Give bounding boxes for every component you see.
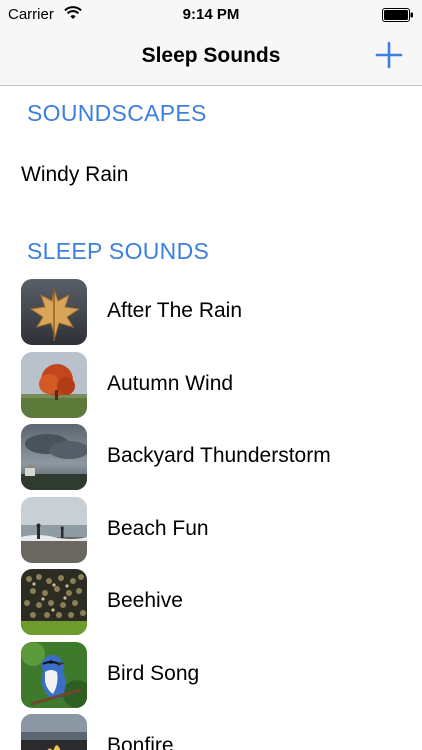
list-item-label: After The Rain <box>107 299 243 322</box>
storm-clouds-thumbnail <box>21 424 87 490</box>
section-header-soundscapes: SOUNDSCAPES <box>27 100 207 126</box>
list-item-label: Autumn Wind <box>107 371 234 395</box>
maple-leaf-thumbnail <box>21 279 87 345</box>
autumn-tree-thumbnail <box>21 351 87 418</box>
list-item-label: Backyard Thunderstorm <box>107 444 331 467</box>
list-item[interactable]: Autumn Wind <box>0 349 422 422</box>
soundscape-item-windy-rain[interactable]: Windy Rain <box>0 150 422 200</box>
bonfire-thumbnail <box>21 714 87 750</box>
list-item[interactable]: After The Rain <box>0 276 422 349</box>
page-title: Sleep Sounds <box>141 44 281 67</box>
add-button[interactable] <box>374 40 404 70</box>
battery-icon <box>382 8 413 22</box>
list-item-label: Beach Fun <box>107 516 209 540</box>
list-item[interactable]: Backyard Thunderstorm <box>0 421 422 494</box>
clock: 9:14 PM <box>182 6 240 23</box>
list-item[interactable]: Bonfire <box>0 711 422 750</box>
beach-thumbnail <box>21 496 87 563</box>
list-item-label: Bonfire <box>107 734 174 750</box>
bees-thumbnail <box>21 569 87 635</box>
blue-jay-thumbnail <box>21 641 87 708</box>
list-item[interactable]: Beehive <box>0 566 422 639</box>
soundscape-item-label: Windy Rain <box>21 163 129 186</box>
status-bar: Carrier 9:14 PM <box>0 0 422 30</box>
list-item[interactable]: Beach Fun <box>0 494 422 567</box>
list-item-label: Bird Song <box>107 661 200 685</box>
navigation-bar: Sleep Sounds <box>0 30 422 86</box>
plus-icon <box>375 41 403 69</box>
list-item[interactable]: Bird Song <box>0 639 422 712</box>
section-header-sleep-sounds: SLEEP SOUNDS <box>27 238 210 264</box>
list-item-label: Beehive <box>107 589 183 612</box>
app-screen: Carrier 9:14 PM Sleep Sounds SOUNDSCAPES… <box>0 0 422 750</box>
sleep-sounds-list: After The Rain Autumn Wind Backyard Thun… <box>0 276 422 750</box>
